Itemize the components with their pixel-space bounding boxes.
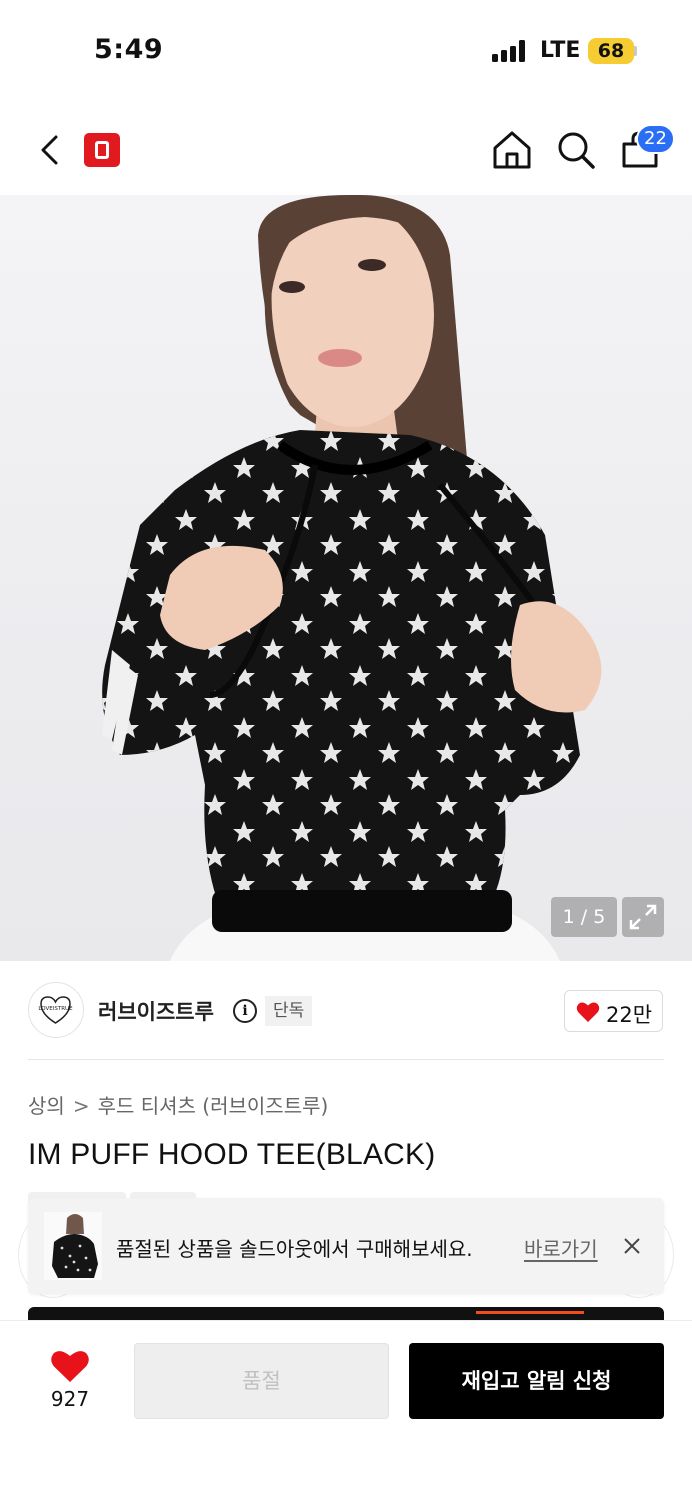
brand-like-count: 22만	[606, 1003, 653, 1027]
breadcrumb-category[interactable]: 상의	[28, 1090, 65, 1119]
brand-logo-text: LOVEISTRUE	[38, 1006, 73, 1012]
soldout-toast: 품절된 상품을 솔드아웃에서 구매해보세요. 바로가기	[28, 1198, 664, 1294]
divider	[28, 1059, 664, 1060]
search-button[interactable]	[554, 128, 598, 172]
close-icon	[624, 1238, 640, 1254]
network-label: LTE	[540, 38, 581, 63]
back-icon	[41, 135, 58, 165]
toast-message: 품절된 상품을 솔드아웃에서 구매해보세요.	[116, 1237, 473, 1261]
signal-icon	[492, 40, 528, 62]
expand-button[interactable]	[622, 897, 664, 937]
product-thumbnail-illustration	[52, 1214, 98, 1278]
brand-logo[interactable]: LOVEISTRUE	[28, 982, 84, 1038]
wishlist-heart-icon[interactable]	[50, 1349, 90, 1383]
store-logo[interactable]	[84, 133, 120, 167]
breadcrumb: 상의 > 후드 티셔츠 (러브이즈트루)	[28, 1090, 328, 1119]
search-icon	[558, 132, 595, 169]
status-time: 5:49	[94, 34, 164, 65]
product-title: IM PUFF HOOD TEE(BLACK)	[28, 1138, 436, 1171]
back-button[interactable]	[30, 130, 70, 170]
product-image[interactable]	[0, 195, 692, 961]
toast-shortcut-link[interactable]: 바로가기	[524, 1233, 598, 1262]
status-bar: 5:49 LTE 68	[0, 0, 692, 100]
home-button[interactable]	[490, 128, 534, 172]
toast-close-button[interactable]	[620, 1234, 644, 1258]
chevron-right-icon: >	[72, 1094, 90, 1118]
battery-cap	[634, 46, 637, 56]
wishlist-count: 927	[50, 1387, 90, 1411]
brand-like-button[interactable]: 22만	[564, 990, 663, 1032]
logo-mark	[95, 141, 109, 159]
cart-count-badge: 22	[636, 124, 675, 154]
image-counter: 1 / 5	[551, 897, 617, 937]
exclusive-badge: 단독	[265, 996, 313, 1026]
bottom-action-bar: 927 품절 재입고 알림 신청	[0, 1320, 692, 1500]
brand-name[interactable]: 러브이즈트루	[98, 996, 214, 1026]
heart-icon	[576, 1002, 600, 1022]
expand-icon	[629, 904, 657, 930]
brand-row: LOVEISTRUE 러브이즈트루 i 단독 22만	[0, 980, 692, 1042]
info-icon[interactable]: i	[233, 999, 257, 1023]
top-nav	[0, 110, 692, 190]
soldout-button[interactable]: 품절	[134, 1343, 389, 1419]
home-icon	[493, 131, 531, 169]
toast-thumbnail	[44, 1212, 102, 1280]
promo-banner[interactable]	[28, 1307, 664, 1321]
breadcrumb-subcategory[interactable]: 후드 티셔츠 (러브이즈트루)	[98, 1090, 329, 1119]
restock-alert-button[interactable]: 재입고 알림 신청	[409, 1343, 664, 1419]
product-photo-illustration	[102, 195, 602, 961]
battery-icon: 68	[588, 38, 634, 64]
brand-heart-logo: LOVEISTRUE	[38, 996, 73, 1024]
